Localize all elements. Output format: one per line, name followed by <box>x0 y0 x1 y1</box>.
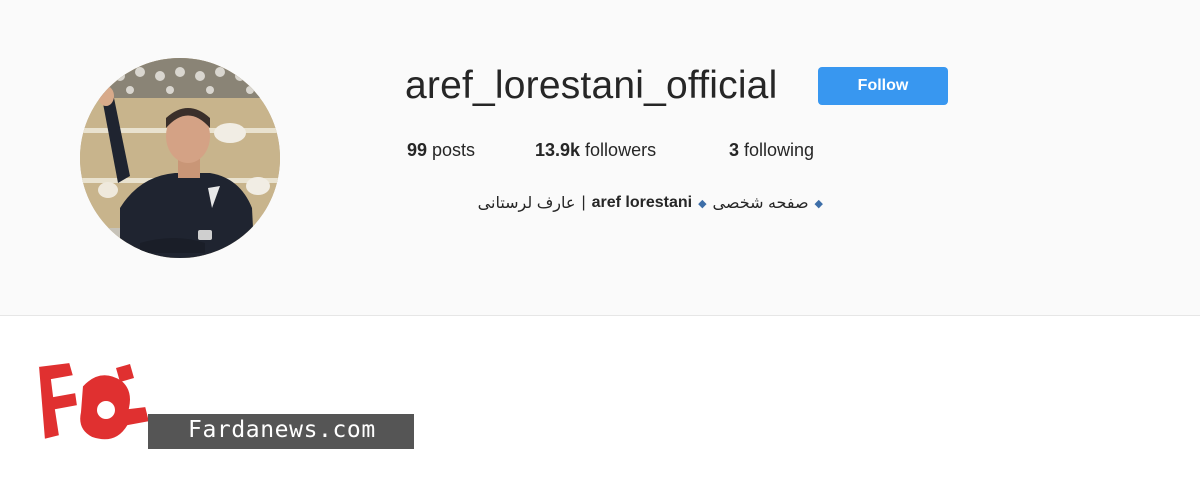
bio-page-label: صفحه شخصی <box>712 195 809 212</box>
bio-separator: | <box>581 194 586 211</box>
posts-count: 99 <box>407 140 428 160</box>
followers-count: 13.9k <box>535 140 581 160</box>
bio-persian-name: عارف لرستانی <box>477 195 576 212</box>
followers-label: followers <box>585 140 657 160</box>
profile-username: aref_lorestani_official <box>405 64 778 107</box>
fardanews-logo-icon <box>36 360 152 442</box>
profile-header: aref_lorestani_official Follow 99 posts … <box>0 0 1200 316</box>
following-count: 3 <box>729 140 740 160</box>
posts-label: posts <box>432 140 476 160</box>
watermark-site: Fardanews.com <box>188 417 376 443</box>
profile-stats: 99 posts 13.9k followers 3 following <box>407 140 814 161</box>
profile-bio: عارف لرستانی | aref lorestani ◆ صفحه شخص… <box>403 193 823 213</box>
stat-followers[interactable]: 13.9k followers <box>535 140 729 161</box>
diamond-icon: ◆ <box>698 197 707 210</box>
fardanews-watermark: Fardanews.com <box>30 356 420 456</box>
stat-following[interactable]: 3 following <box>729 140 814 161</box>
stat-posts: 99 posts <box>407 140 535 161</box>
avatar-photo <box>80 58 280 258</box>
bio-english-name: aref lorestani <box>591 194 693 211</box>
diamond-icon: ◆ <box>814 197 823 210</box>
following-label: following <box>744 140 815 160</box>
follow-button[interactable]: Follow <box>818 67 948 105</box>
avatar[interactable] <box>80 58 280 258</box>
